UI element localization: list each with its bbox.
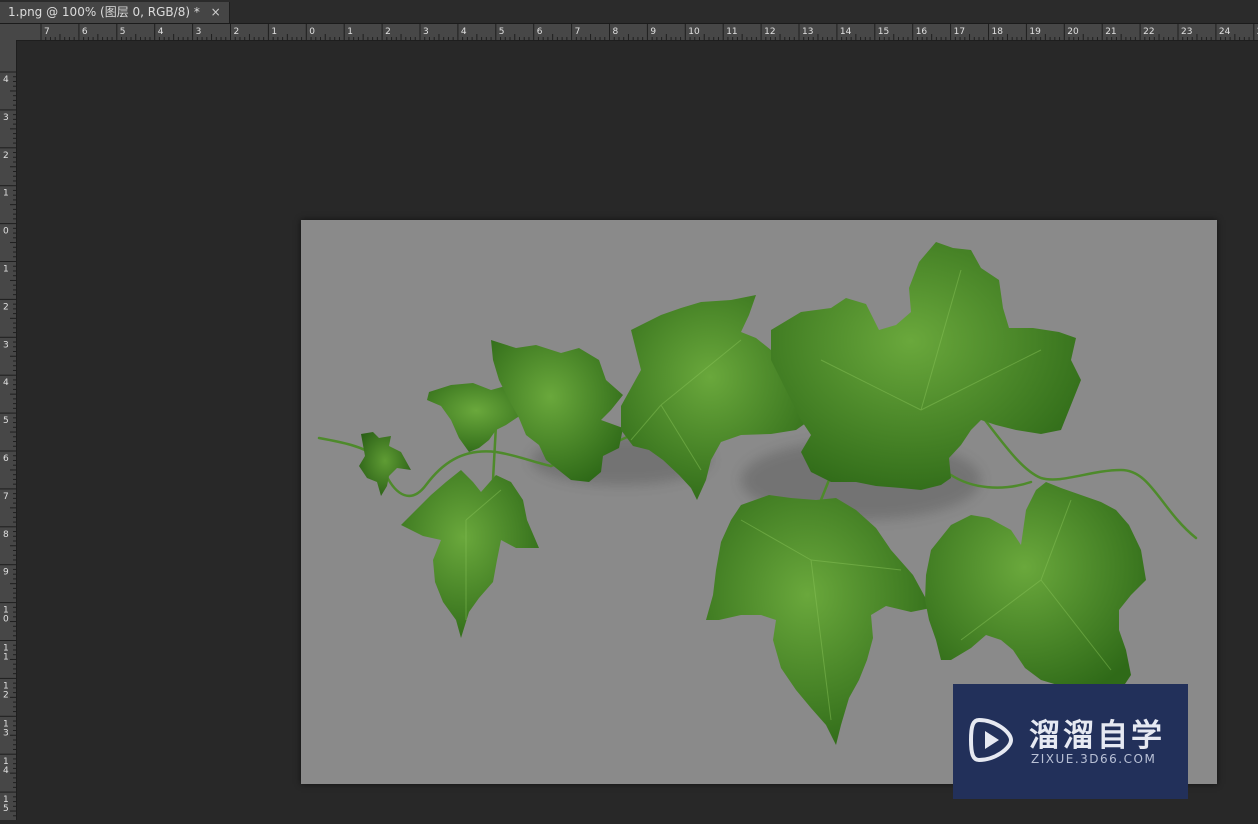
ruler-label: 16 xyxy=(916,27,928,37)
leaf-lower-left xyxy=(401,470,539,638)
ruler-label: 4 xyxy=(158,27,164,37)
ruler-label: 1 xyxy=(3,189,9,199)
ruler-label: 2 xyxy=(3,151,9,161)
ruler-label: 15 xyxy=(878,27,889,37)
ruler-label: 4 xyxy=(3,75,9,85)
ruler-label: 23 xyxy=(1181,27,1192,37)
ruler-label: 7 xyxy=(575,27,581,37)
ruler-label: 4 xyxy=(461,27,467,37)
ruler-label: 3 xyxy=(3,340,9,350)
ruler-label: 11 xyxy=(726,27,737,37)
ruler-label: 13 xyxy=(802,27,813,37)
ruler-label: 5 xyxy=(499,27,505,37)
ruler-label: 14 xyxy=(840,27,852,37)
ruler-label: 0 xyxy=(3,615,9,625)
watermark-title: 溜溜自学 xyxy=(1029,718,1165,754)
ruler-label: 2 xyxy=(385,27,391,37)
ruler-label: 4 xyxy=(3,766,9,776)
ruler-label: 3 xyxy=(3,113,9,123)
vertical-ruler-scale: 43210123456789101112131415 xyxy=(0,71,16,822)
ruler-label: 2 xyxy=(3,302,9,312)
ruler-label: 9 xyxy=(650,27,656,37)
ruler-label: 1 xyxy=(3,653,9,663)
ruler-label: 3 xyxy=(196,27,202,37)
ruler-label: 0 xyxy=(309,27,315,37)
ruler-label: 6 xyxy=(3,454,9,464)
document-tab-title: 1.png @ 100% (图层 0, RGB/8) * xyxy=(8,5,200,19)
watermark-badge: 溜溜自学 ZIXUE.3D66.COM xyxy=(953,684,1188,799)
ruler-label: 7 xyxy=(44,27,50,37)
ruler-label: 3 xyxy=(423,27,429,37)
ruler-label: 8 xyxy=(3,530,9,540)
ruler-label: 19 xyxy=(1029,27,1041,37)
ruler-label: 5 xyxy=(120,27,126,37)
ruler-label: 12 xyxy=(764,27,775,37)
ruler-label: 9 xyxy=(3,568,9,578)
ruler-label: 2 xyxy=(234,27,240,37)
ruler-label: 18 xyxy=(992,27,1004,37)
document-tab-bar: 1.png @ 100% (图层 0, RGB/8) * × xyxy=(0,0,1258,24)
vertical-ruler[interactable]: 43210123456789101112131415 xyxy=(0,40,17,822)
ruler-label: 21 xyxy=(1105,27,1116,37)
ruler-label: 20 xyxy=(1067,27,1079,37)
ruler-label: 22 xyxy=(1143,27,1154,37)
ruler-label: 4 xyxy=(3,378,9,388)
play-logo-icon xyxy=(968,717,1014,763)
ruler-label: 5 xyxy=(3,416,9,426)
leaf-small-1 xyxy=(359,432,411,496)
ruler-label: 1 xyxy=(3,265,9,275)
watermark-url: ZIXUE.3D66.COM xyxy=(1031,752,1157,766)
leaf-lower-right xyxy=(925,482,1146,695)
horizontal-ruler-scale: 7 6 5 4 3 2 1 0 1 2 3 4 5 6 7 8 9 10 11 12 13 14 15 16 17 18 19 20 2… xyxy=(40,24,1258,40)
ruler-label: 6 xyxy=(537,27,543,37)
document-tab[interactable]: 1.png @ 100% (图层 0, RGB/8) * × xyxy=(0,2,230,23)
ruler-label: 17 xyxy=(954,27,965,37)
ruler-label: 7 xyxy=(3,492,9,502)
ruler-label: 0 xyxy=(3,227,9,237)
ruler-label: 1 xyxy=(347,27,353,37)
ruler-label: 24 xyxy=(1219,27,1231,37)
ruler-label: 5 xyxy=(3,804,9,814)
ruler-label: 6 xyxy=(82,27,88,37)
close-icon[interactable]: × xyxy=(211,2,221,23)
horizontal-ruler[interactable]: 7 6 5 4 3 2 1 0 1 2 3 4 5 6 7 8 9 10 11 12 13 14 15 16 17 18 19 20 2… xyxy=(17,24,1258,41)
ruler-label: 10 xyxy=(688,27,700,37)
ruler-label: 3 xyxy=(3,728,9,738)
ruler-corner[interactable] xyxy=(0,24,18,41)
ruler-label: 2 xyxy=(3,690,9,700)
ruler-label: 1 xyxy=(271,27,277,37)
leaf-upper-right xyxy=(771,242,1081,490)
ruler-label: 8 xyxy=(613,27,619,37)
